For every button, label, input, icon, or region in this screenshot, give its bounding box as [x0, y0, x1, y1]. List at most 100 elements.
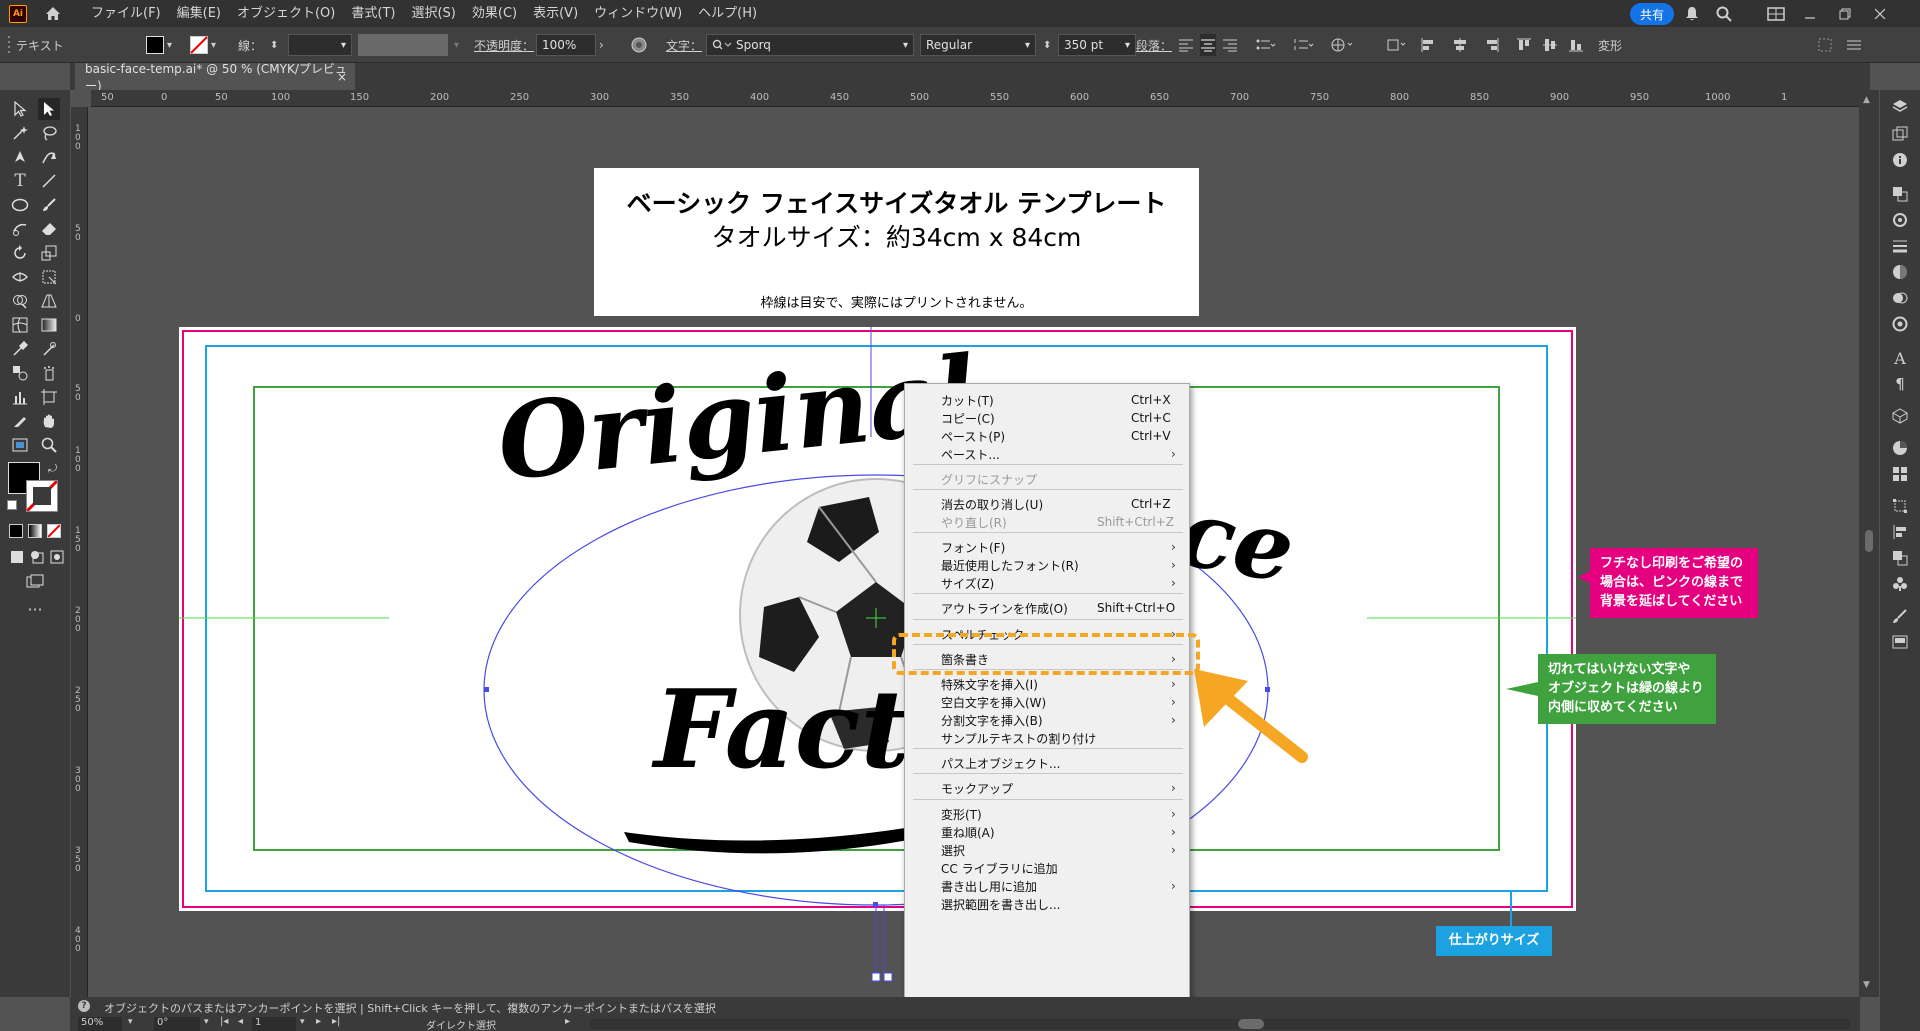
align-hcenter-icon[interactable] — [1452, 34, 1468, 56]
shaper-tool-icon[interactable] — [9, 218, 31, 240]
perspective-grid-icon[interactable] — [38, 290, 60, 312]
3d-icon[interactable] — [1890, 406, 1910, 426]
opacity-arrow-icon[interactable]: › — [599, 34, 604, 56]
stroke-panel-icon[interactable] — [1890, 236, 1910, 256]
font-style-select[interactable]: Regular ▾ — [920, 34, 1036, 56]
scroll-thumb[interactable] — [1865, 530, 1873, 552]
zoom-select[interactable]: 50% — [78, 1017, 122, 1031]
color-guide-icon[interactable] — [1890, 210, 1910, 230]
close-tab-icon[interactable]: × — [337, 70, 347, 84]
menu-type[interactable]: 書式(T) — [343, 0, 403, 27]
document-tab[interactable]: basic-face-temp.ai* @ 50 % (CMYK/プレビュー) … — [75, 62, 355, 93]
paragraph-label[interactable]: 段落： — [1136, 34, 1172, 56]
color-panel-icon[interactable] — [1890, 438, 1910, 458]
opacity-input[interactable]: 100% — [536, 34, 596, 56]
mesh-tool-icon[interactable] — [9, 314, 31, 336]
libraries-icon[interactable] — [1890, 184, 1910, 204]
character-label[interactable]: 文字： — [666, 34, 702, 56]
selection-tool-icon[interactable] — [9, 98, 31, 120]
menu-object[interactable]: オブジェクト(O) — [229, 0, 343, 27]
h-scroll-thumb[interactable] — [1238, 1019, 1264, 1029]
rotate-tool-icon[interactable] — [9, 242, 31, 264]
context-menu-item[interactable]: サイズ(Z) › — [905, 572, 1191, 594]
symbols-icon[interactable] — [1890, 574, 1910, 594]
draw-normal-icon[interactable] — [6, 546, 28, 568]
first-artboard-icon[interactable]: |◂ — [220, 1016, 228, 1027]
eraser-tool-icon[interactable] — [38, 218, 60, 240]
character-panel-icon[interactable]: A — [1890, 348, 1910, 368]
eyedropper-icon[interactable] — [9, 338, 31, 360]
context-menu-item[interactable]: アウトラインを作成(O) Shift+Ctrl+O — [905, 597, 1191, 619]
menu-help[interactable]: ヘルプ(H) — [690, 0, 765, 27]
status-menu-icon[interactable]: ▸ — [565, 1016, 570, 1027]
close-window-icon[interactable] — [1870, 4, 1890, 24]
align-left-edges-icon[interactable] — [1420, 34, 1436, 56]
paragraph-panel-icon[interactable]: ¶ — [1890, 374, 1910, 394]
next-artboard-icon[interactable]: ▸ — [316, 1016, 321, 1027]
scale-tool-icon[interactable] — [38, 242, 60, 264]
horizontal-scrollbar[interactable] — [590, 1019, 1850, 1029]
properties-icon[interactable] — [1890, 150, 1910, 170]
direct-selection-tool-icon[interactable] — [38, 98, 60, 120]
scroll-down-icon[interactable]: ▼ — [1863, 980, 1870, 990]
draw-inside-icon[interactable] — [46, 546, 68, 568]
align-vcenter-icon[interactable] — [1542, 34, 1558, 56]
context-menu-item[interactable]: パス上オブジェクト... — [905, 752, 1191, 774]
context-menu-item[interactable]: サンプルテキストの割り付け — [905, 727, 1191, 749]
home-icon[interactable] — [41, 2, 65, 26]
slice-tool-icon[interactable] — [9, 410, 31, 432]
gradient-panel-icon[interactable] — [1890, 262, 1910, 282]
globe-grid-icon[interactable] — [1330, 34, 1354, 56]
menu-edit[interactable]: 編集(E) — [169, 0, 229, 27]
recolor-icon[interactable] — [630, 34, 648, 56]
text-selection-handles[interactable] — [860, 905, 900, 985]
zoom-chevron-icon[interactable]: ▾ — [128, 1017, 133, 1027]
search-icon[interactable] — [1714, 4, 1734, 24]
artboard-tool-icon[interactable] — [38, 386, 60, 408]
align-panel-icon[interactable] — [1890, 522, 1910, 542]
pathfinder-icon[interactable] — [1890, 548, 1910, 568]
screen-mode-icon[interactable] — [24, 570, 46, 592]
color-mode-icon[interactable] — [9, 524, 23, 538]
prev-artboard-icon[interactable]: ◂ — [238, 1016, 243, 1027]
blend-tool-icon[interactable] — [9, 362, 31, 384]
stroke-weight-input[interactable]: ▾ — [288, 34, 352, 56]
free-transform-icon[interactable] — [38, 266, 60, 288]
measure-tool-icon[interactable] — [38, 338, 60, 360]
swap-colors-icon[interactable]: ⤾ — [48, 462, 57, 476]
layers-icon[interactable] — [1890, 96, 1910, 116]
menu-effect[interactable]: 効果(C) — [464, 0, 525, 27]
profile-dropdown-icon[interactable]: ▾ — [454, 34, 459, 56]
hand-tool-icon[interactable] — [38, 410, 60, 432]
toggle-screen-icon[interactable] — [9, 434, 31, 456]
transform-link[interactable]: 変形 — [1598, 34, 1622, 56]
rotation-chevron-icon[interactable]: ▾ — [204, 1017, 209, 1027]
control-menu-icon[interactable] — [1846, 34, 1862, 56]
align-top-icon[interactable] — [1516, 34, 1532, 56]
font-size-stepper[interactable]: ⬍ — [1043, 34, 1051, 56]
panel-toggle-icon[interactable] — [1818, 34, 1832, 56]
align-right-edges-icon[interactable] — [1484, 34, 1500, 56]
font-size-input[interactable]: 350 pt ▾ — [1058, 34, 1136, 56]
lasso-tool-icon[interactable] — [38, 122, 60, 144]
design-text-factory[interactable]: Fact — [654, 667, 910, 793]
gradient-mode-icon[interactable] — [28, 524, 42, 538]
align-right-icon[interactable] — [1222, 34, 1238, 56]
minimize-icon[interactable] — [1800, 4, 1820, 24]
context-menu-item[interactable]: ペースト... › — [905, 443, 1191, 465]
curvature-tool-icon[interactable] — [38, 146, 60, 168]
align-left-icon[interactable] — [1178, 34, 1194, 56]
image-trace-icon[interactable] — [1890, 632, 1910, 652]
column-graph-icon[interactable] — [9, 386, 31, 408]
context-menu-item[interactable]: モックアップ › — [905, 777, 1191, 799]
menu-view[interactable]: 表示(V) — [525, 0, 586, 27]
transform-panel-icon[interactable] — [1890, 496, 1910, 516]
shape-builder-icon[interactable] — [9, 290, 31, 312]
artboard-chevron-icon[interactable]: ▾ — [300, 1017, 305, 1027]
transparency-icon[interactable] — [1890, 288, 1910, 308]
rotation-select[interactable]: 0° — [154, 1017, 200, 1031]
menu-file[interactable]: ファイル(F) — [83, 0, 169, 27]
draw-behind-icon[interactable] — [26, 546, 48, 568]
vertical-scrollbar[interactable]: ▲ ▼ — [1859, 90, 1879, 997]
type-tool-icon[interactable]: T — [9, 170, 31, 192]
